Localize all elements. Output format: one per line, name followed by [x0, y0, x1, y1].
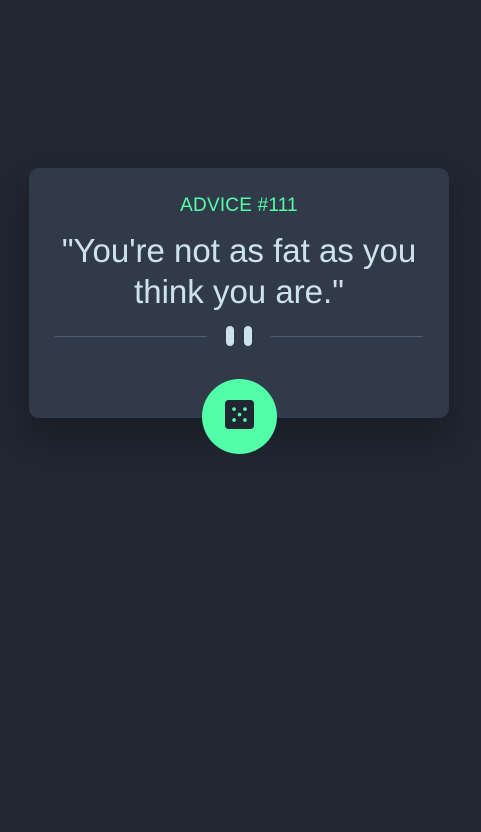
divider-line-left: [55, 336, 207, 337]
dice-icon: [225, 400, 254, 429]
pause-bar-left: [226, 326, 234, 346]
advice-id: ADVICE #111: [180, 195, 298, 216]
pause-icon: [226, 326, 252, 346]
advice-quote: "You're not as fat as you think you are.…: [61, 232, 417, 310]
divider-line-right: [271, 336, 423, 337]
divider: [55, 326, 423, 348]
pause-bar-right: [244, 326, 252, 346]
new-advice-button[interactable]: [202, 379, 277, 454]
